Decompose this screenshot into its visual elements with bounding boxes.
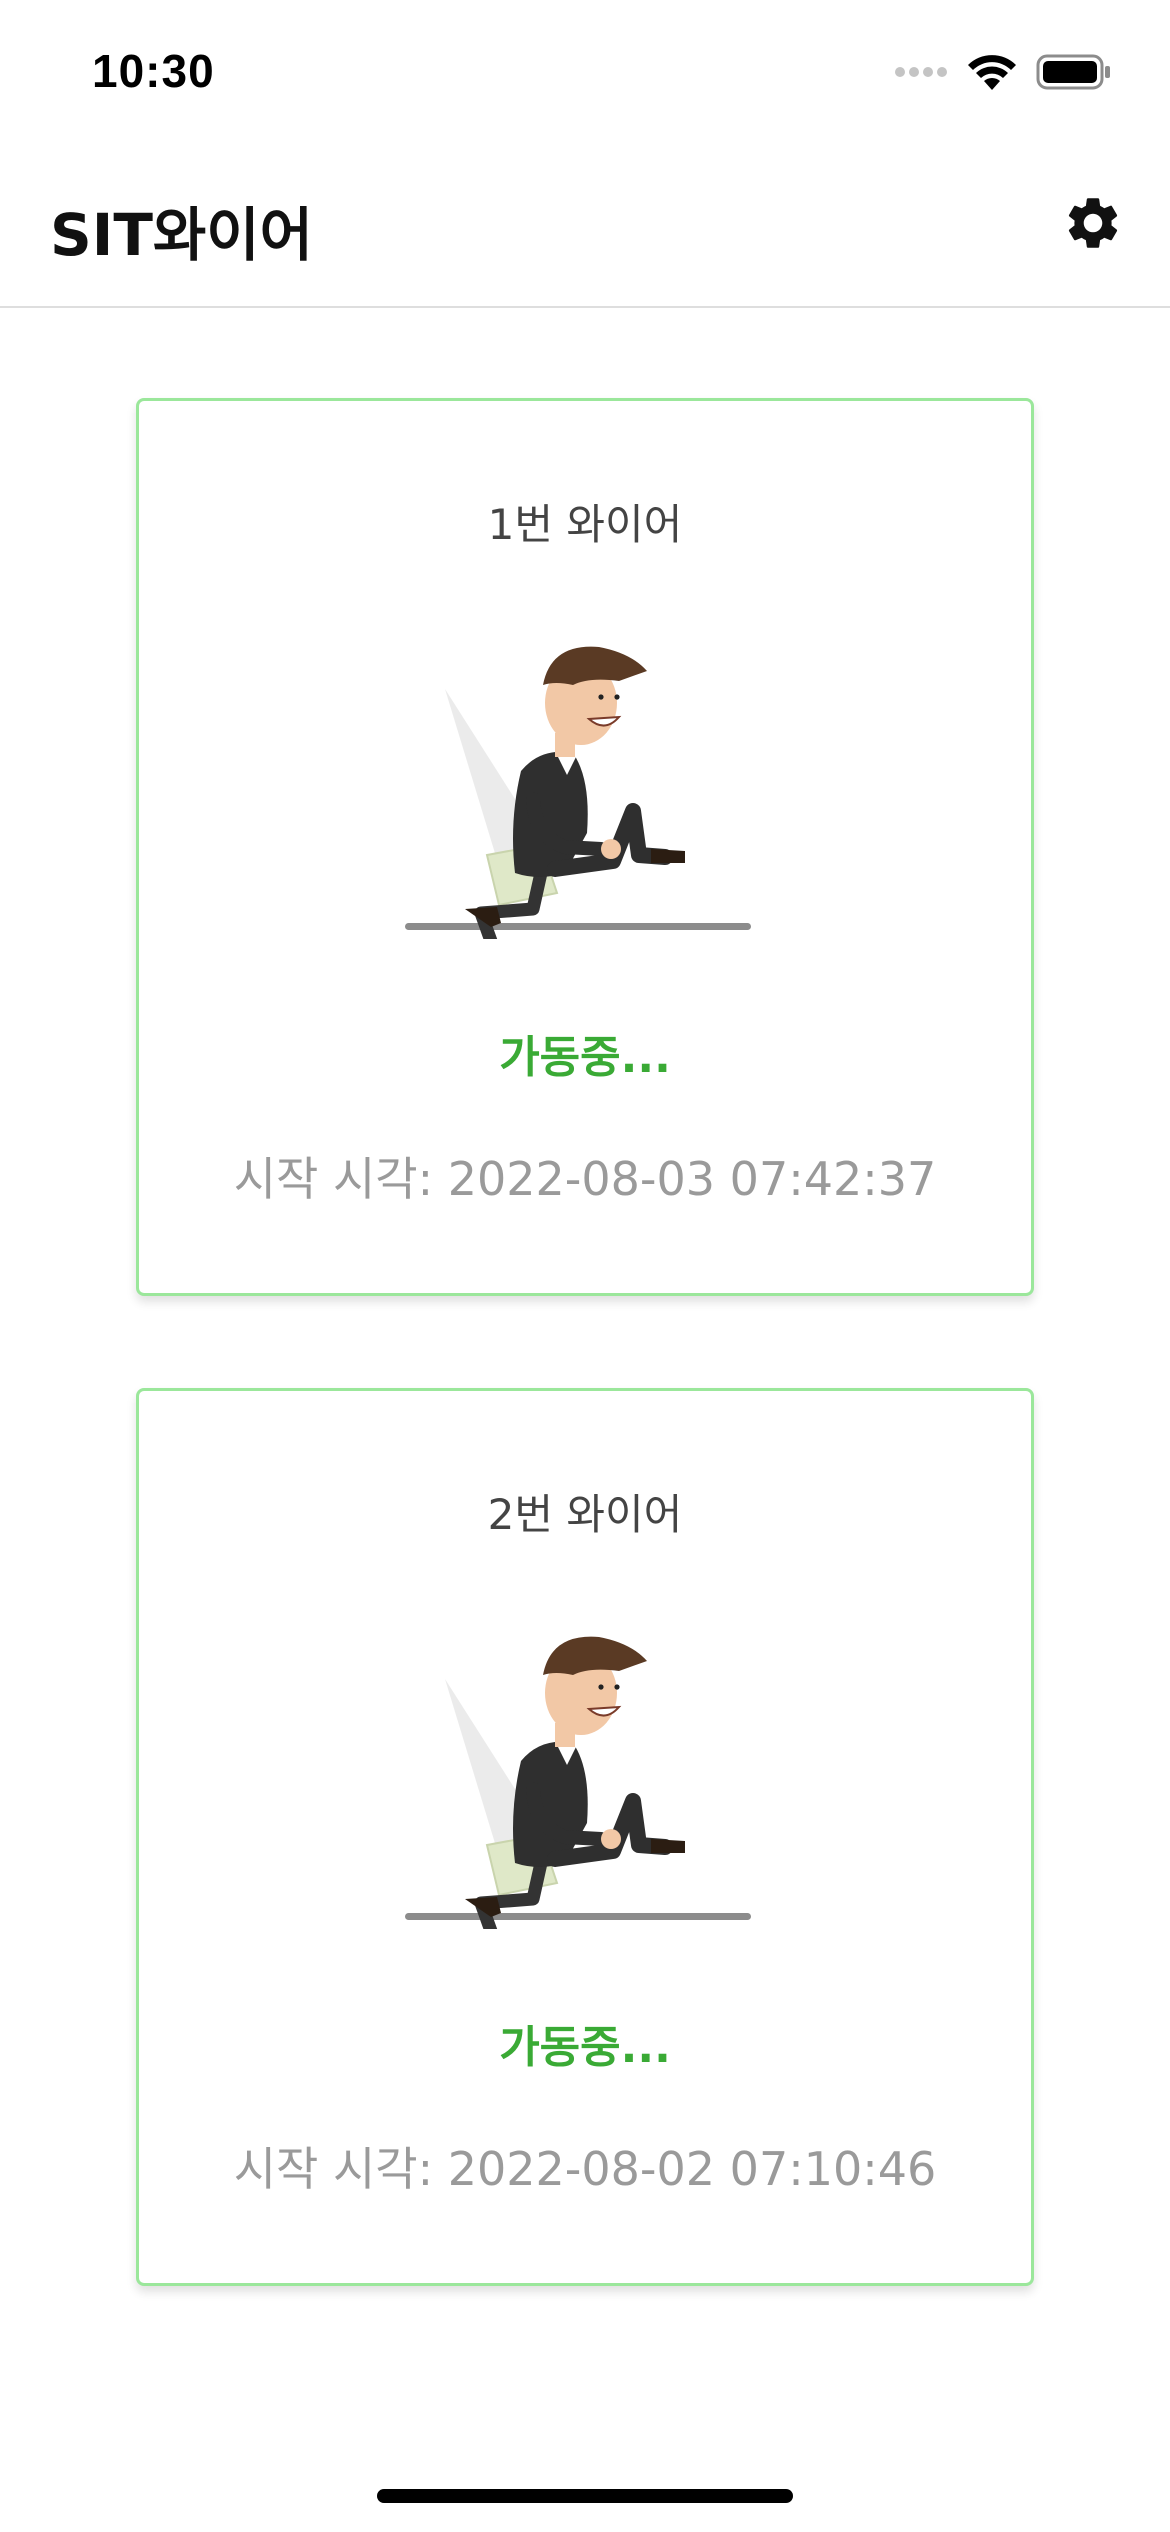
wire-card-2[interactable]: 2번 와이어 가동중... 시작 시각: 2022-08-02 07:10:46 — [136, 1388, 1034, 2286]
page-title: SIT와이어 — [50, 201, 313, 269]
status-icons — [894, 52, 1112, 96]
wire-status: 가동중... — [499, 2022, 671, 2073]
wire-status: 가동중... — [499, 1032, 671, 1083]
wire-start-time: 시작 시각: 2022-08-02 07:10:46 — [233, 2142, 937, 2196]
wire-start-time: 시작 시각: 2022-08-03 07:42:37 — [233, 1152, 937, 1206]
man-sitting-in-chair-illustration — [405, 623, 771, 948]
nav-bar: SIT와이어 — [0, 150, 1170, 308]
cellular-signal-icon — [894, 62, 948, 86]
gear-icon — [1062, 192, 1124, 258]
status-time: 10:30 — [92, 45, 215, 97]
man-sitting-in-chair-illustration — [405, 1613, 771, 1938]
battery-icon — [1036, 53, 1112, 95]
settings-button[interactable] — [1060, 192, 1126, 258]
wire-card-title: 2번 와이어 — [487, 1490, 683, 1539]
status-bar: 10:30 — [0, 0, 1170, 140]
wire-card-1[interactable]: 1번 와이어 가동중... 시작 시각: 2022-08-03 07:42:37 — [136, 398, 1034, 1296]
wifi-icon — [966, 52, 1018, 96]
wire-card-title: 1번 와이어 — [487, 500, 683, 549]
home-indicator[interactable] — [377, 2489, 793, 2503]
